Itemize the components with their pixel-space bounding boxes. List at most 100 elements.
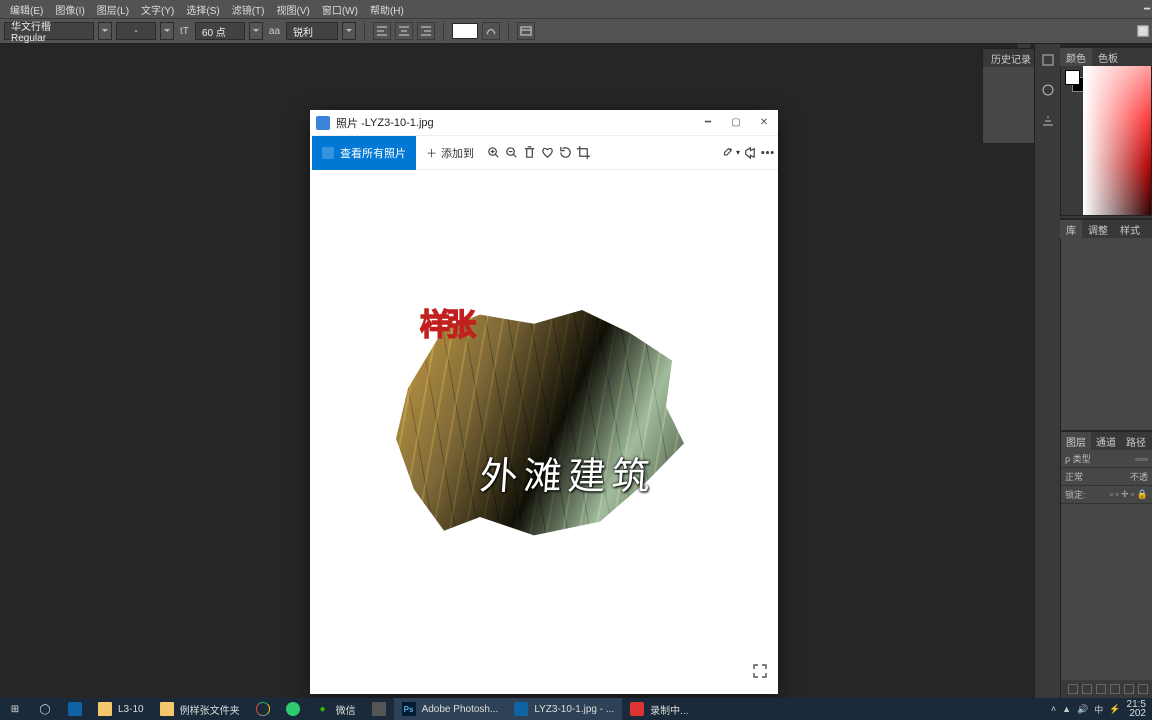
foreground-color[interactable] xyxy=(1065,70,1080,85)
taskbar-chrome[interactable] xyxy=(248,698,278,720)
layer-new-icon[interactable] xyxy=(1124,684,1134,694)
adjustments-tab[interactable]: 调整 xyxy=(1082,220,1114,238)
font-family-dropdown-icon[interactable] xyxy=(98,22,112,40)
align-left-icon[interactable] xyxy=(373,22,391,40)
photos-close-icon[interactable]: ✕ xyxy=(750,110,778,136)
libraries-tab[interactable]: 库 xyxy=(1060,220,1082,238)
styles-tab[interactable]: 样式 xyxy=(1114,220,1146,238)
taskbar-label: L3-10 xyxy=(118,704,144,715)
character-panel-icon[interactable] xyxy=(517,22,535,40)
photos-minimize-icon[interactable]: ━ xyxy=(694,110,722,136)
font-size-combo[interactable]: 60 点 xyxy=(195,22,245,40)
color-spectrum[interactable] xyxy=(1083,66,1151,216)
green-app-icon xyxy=(286,702,300,716)
font-style-combo[interactable]: - xyxy=(116,22,156,40)
tray-network-icon[interactable]: ▲ xyxy=(1062,704,1071,714)
antialias-dropdown-icon[interactable] xyxy=(342,22,356,40)
menu-filter[interactable]: 滤镜(T) xyxy=(226,2,271,17)
text-color-swatch[interactable] xyxy=(452,23,478,39)
tray-chevron-icon[interactable]: ˄ xyxy=(1051,704,1056,714)
photos-maximize-icon[interactable]: ▢ xyxy=(722,110,750,136)
taskbar-app-green[interactable] xyxy=(278,698,308,720)
taskbar-taskview[interactable] xyxy=(60,698,90,720)
layer-fx-icon[interactable] xyxy=(1082,684,1092,694)
menu-window[interactable]: 窗口(W) xyxy=(316,2,364,17)
menu-select[interactable]: 选择(S) xyxy=(180,2,225,17)
align-right-icon[interactable] xyxy=(417,22,435,40)
rail-icon-3[interactable] xyxy=(1038,110,1058,130)
taskbar-wechat[interactable]: ●微信 xyxy=(308,698,364,720)
taskbar-item-samples[interactable]: 例样张文件夹 xyxy=(152,698,248,720)
taskview-icon xyxy=(68,702,82,716)
taskbar-photos[interactable]: LYZ3-10-1.jpg - ... xyxy=(506,698,622,720)
gallery-icon xyxy=(322,147,334,159)
system-tray[interactable]: ˄ ▲ 🔊 中 ⚡ 21:5 202 xyxy=(1051,700,1152,718)
layer-mask-icon[interactable] xyxy=(1096,684,1106,694)
zoom-out-icon[interactable] xyxy=(502,136,520,170)
taskbar-photoshop[interactable]: PsAdobe Photosh... xyxy=(394,698,507,720)
layer-link-icon[interactable] xyxy=(1068,684,1078,694)
antialias-combo[interactable]: 锐利 xyxy=(286,22,338,40)
paths-tab[interactable]: 路径 xyxy=(1121,432,1151,450)
task-view-icon: ⊞ xyxy=(8,702,22,716)
menu-view[interactable]: 视图(V) xyxy=(271,2,316,17)
photos-canvas[interactable]: 样张 外滩建筑 xyxy=(310,170,778,694)
color-tab[interactable]: 颜色 xyxy=(1060,48,1092,66)
tray-ime-icon[interactable]: 中 xyxy=(1094,703,1103,716)
delete-icon[interactable] xyxy=(520,136,538,170)
layer-group-icon[interactable] xyxy=(1110,684,1120,694)
tray-volume-icon[interactable]: 🔊 xyxy=(1077,704,1088,715)
layer-trash-icon[interactable] xyxy=(1138,684,1148,694)
photos-app-icon xyxy=(316,116,330,130)
channels-tab[interactable]: 通道 xyxy=(1091,432,1121,450)
misc-app-icon xyxy=(372,702,386,716)
taskbar-search[interactable]: ◯ xyxy=(30,698,60,720)
menu-type[interactable]: 文字(Y) xyxy=(135,2,180,17)
taskbar-start[interactable]: ⊞ xyxy=(0,698,30,720)
share-icon[interactable] xyxy=(740,136,758,170)
favorite-icon[interactable] xyxy=(538,136,556,170)
swatches-tab[interactable]: 色板 xyxy=(1092,48,1124,66)
font-family-combo[interactable]: 华文行楷 Regular xyxy=(4,22,94,40)
crop-icon[interactable] xyxy=(574,136,592,170)
fullscreen-icon[interactable] xyxy=(752,663,768,684)
add-to-button[interactable]: ＋ 添加到 xyxy=(416,136,484,170)
taskbar-app-misc[interactable] xyxy=(364,698,394,720)
more-icon[interactable] xyxy=(758,136,776,170)
tray-battery-icon[interactable]: ⚡ xyxy=(1109,704,1120,715)
font-size-dropdown-icon[interactable] xyxy=(249,22,263,40)
layers-tab[interactable]: 图层 xyxy=(1061,432,1091,450)
layer-blend-row[interactable]: 正常 不透 xyxy=(1061,468,1152,486)
taskbar-recorder[interactable]: 录制中... xyxy=(622,698,696,720)
taskbar-clock[interactable]: 21:5 202 xyxy=(1127,700,1146,718)
tt-icon: tT xyxy=(178,26,191,37)
menu-layer[interactable]: 图层(L) xyxy=(91,2,135,17)
rail-icon-1[interactable] xyxy=(1038,50,1058,70)
edit-icon[interactable]: ▾ xyxy=(722,136,740,170)
photos-titlebar[interactable]: 照片 - LYZ3-10-1.jpg ━ ▢ ✕ xyxy=(310,110,778,136)
rotate-icon[interactable] xyxy=(556,136,574,170)
window-minimize-icon[interactable]: ━ xyxy=(1138,4,1152,15)
layer-blend-mode[interactable]: 正常 xyxy=(1065,470,1083,483)
align-center-icon[interactable] xyxy=(395,22,413,40)
menu-edit[interactable]: 编辑(E) xyxy=(4,2,49,17)
folder-icon xyxy=(98,702,112,716)
layer-lock-row[interactable]: 锁定: ▫ ▫ ✛ ▫ 🔒 xyxy=(1061,486,1152,504)
taskbar-label: 录制中... xyxy=(650,702,688,717)
view-all-photos-button[interactable]: 查看所有照片 xyxy=(312,136,416,170)
zoom-in-icon[interactable] xyxy=(484,136,502,170)
warp-text-icon[interactable] xyxy=(482,22,500,40)
rail-icon-2[interactable] xyxy=(1038,80,1058,100)
taskbar-item-l310[interactable]: L3-10 xyxy=(90,698,152,720)
layer-filter-row[interactable]: ρ 类型 ▫▫▫▫ xyxy=(1061,450,1152,468)
photos-title-filename: LYZ3-10-1.jpg xyxy=(365,117,434,129)
font-style-dropdown-icon[interactable] xyxy=(160,22,174,40)
recorder-icon xyxy=(630,702,644,716)
workspace-switcher-icon[interactable] xyxy=(1134,22,1152,40)
menu-help[interactable]: 帮助(H) xyxy=(364,2,410,17)
menu-image[interactable]: 图像(I) xyxy=(49,2,90,17)
photos-title-prefix: 照片 - xyxy=(336,115,365,131)
history-tab[interactable]: 历史记录 xyxy=(991,51,1031,66)
taskbar-label: 微信 xyxy=(336,702,356,717)
ps-menubar: 编辑(E) 图像(I) 图层(L) 文字(Y) 选择(S) 滤镜(T) 视图(V… xyxy=(0,0,1152,18)
